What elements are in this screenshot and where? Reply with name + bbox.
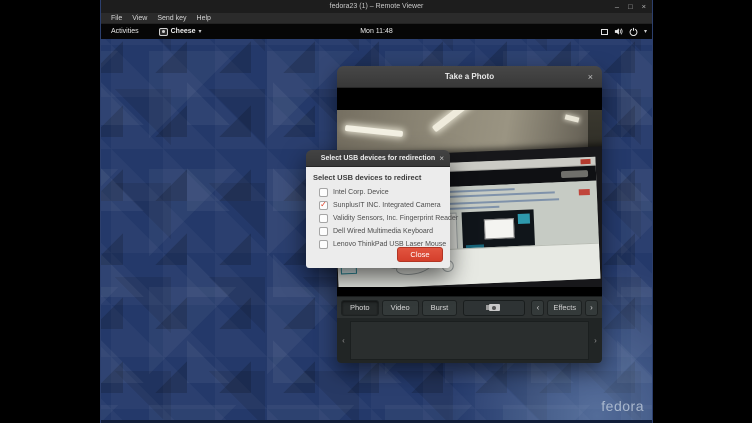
- close-icon[interactable]: ×: [439, 150, 444, 167]
- camera-shutter-icon: [489, 304, 500, 311]
- usb-device-row[interactable]: Intel Corp. Device: [319, 186, 450, 199]
- viewer-menubar: File View Send key Help: [101, 13, 652, 24]
- browser-button: [580, 159, 590, 164]
- search-box: [561, 170, 588, 178]
- effects-next-button[interactable]: ›: [585, 300, 598, 316]
- close-button[interactable]: Close: [397, 247, 443, 262]
- photo-gallery-strip: ‹ ›: [337, 318, 602, 363]
- gallery-prev-button[interactable]: ‹: [337, 318, 350, 363]
- usb-device-label: Intel Corp. Device: [333, 189, 389, 196]
- tab-video-label: Video: [391, 303, 410, 312]
- usb-device-row[interactable]: Dell Wired Multimedia Keyboard: [319, 225, 450, 238]
- usb-device-row[interactable]: Validity Sensors, Inc. Fingerprint Reade…: [319, 212, 450, 225]
- cheese-app-icon: [159, 28, 168, 36]
- tab-burst-label: Burst: [431, 303, 449, 312]
- usb-device-label: SunplusIT INC. Integrated Camera: [333, 202, 441, 209]
- viewer-titlebar[interactable]: fedora23 (1) – Remote Viewer – □ ×: [101, 0, 652, 13]
- system-status-area[interactable]: ▾: [601, 24, 647, 39]
- cheese-titlebar[interactable]: Take a Photo ×: [337, 66, 602, 88]
- usb-dialog-header: Select USB devices to redirect: [306, 167, 450, 186]
- tab-photo[interactable]: Photo: [341, 300, 379, 316]
- usb-device-checkbox[interactable]: [319, 214, 328, 223]
- menu-file[interactable]: File: [106, 15, 127, 22]
- take-photo-button[interactable]: [463, 300, 525, 316]
- tab-burst[interactable]: Burst: [422, 300, 458, 316]
- clock[interactable]: Mon 11:48: [101, 28, 652, 35]
- cheese-toolbar: Photo Video Burst ‹ Effects ›: [337, 296, 602, 318]
- remote-viewer-window: fedora23 (1) – Remote Viewer – □ × File …: [100, 0, 653, 423]
- usb-device-checkbox[interactable]: [319, 227, 328, 236]
- minimize-icon[interactable]: –: [615, 3, 619, 11]
- volume-icon: [614, 27, 623, 36]
- gallery-panel: [350, 321, 589, 360]
- gnome-top-bar: Mon 11:48 Activities Cheese ▾ ▾: [101, 24, 652, 39]
- usb-device-label: Validity Sensors, Inc. Fingerprint Reade…: [333, 215, 458, 222]
- usb-device-checkbox[interactable]: [319, 188, 328, 197]
- power-icon: [629, 27, 638, 36]
- chevron-down-icon: ▾: [644, 28, 647, 35]
- usb-redirect-dialog: Select USB devices for redirection × Sel…: [306, 150, 450, 268]
- display-icon: [601, 29, 608, 35]
- remote-desktop: Mon 11:48 Activities Cheese ▾ ▾ fedora: [101, 24, 652, 423]
- usb-device-row[interactable]: ✓ SunplusIT INC. Integrated Camera: [319, 199, 450, 212]
- usb-dialog-titlebar[interactable]: Select USB devices for redirection ×: [306, 150, 450, 167]
- usb-device-checkbox[interactable]: ✓: [319, 201, 328, 210]
- usb-device-checkbox[interactable]: [319, 240, 328, 249]
- cheese-title: Take a Photo: [445, 72, 494, 81]
- close-icon[interactable]: ×: [588, 66, 593, 88]
- viewer-title: fedora23 (1) – Remote Viewer: [330, 3, 424, 10]
- tab-video[interactable]: Video: [382, 300, 419, 316]
- usb-dialog-title: Select USB devices for redirection: [321, 155, 435, 162]
- effects-prev-button[interactable]: ‹: [531, 300, 544, 316]
- menu-send-key[interactable]: Send key: [152, 15, 191, 22]
- tab-photo-label: Photo: [350, 303, 370, 312]
- fedora-logo: fedora: [601, 398, 644, 414]
- usb-dialog-body: Select USB devices to redirect Intel Cor…: [306, 167, 450, 268]
- screenshot-stage: fedora23 (1) – Remote Viewer – □ × File …: [0, 0, 752, 423]
- menu-view[interactable]: View: [127, 15, 152, 22]
- checkmark-icon: ✓: [320, 201, 327, 209]
- usb-device-label: Dell Wired Multimedia Keyboard: [333, 228, 433, 235]
- menu-help[interactable]: Help: [192, 15, 216, 22]
- gallery-next-button[interactable]: ›: [589, 318, 602, 363]
- maximize-icon[interactable]: □: [628, 3, 633, 11]
- close-icon[interactable]: ×: [642, 3, 646, 11]
- effects-button[interactable]: Effects: [547, 300, 582, 316]
